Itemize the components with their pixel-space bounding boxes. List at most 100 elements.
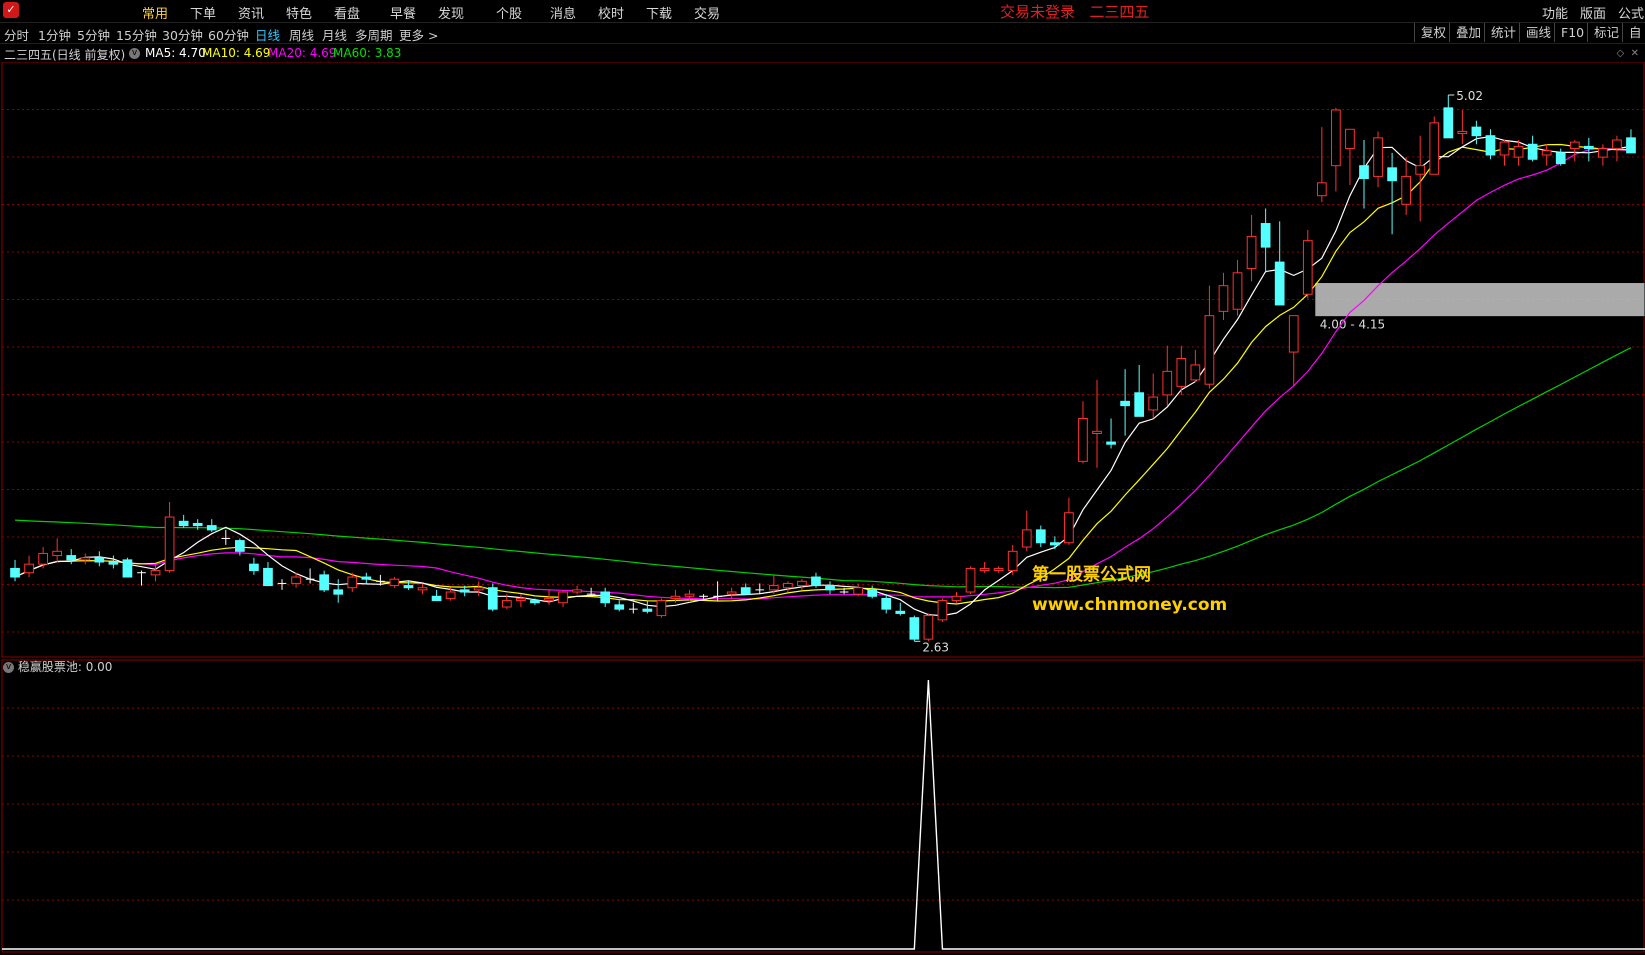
- tab-5min[interactable]: 5分钟: [77, 25, 110, 44]
- candle-body: [909, 617, 920, 640]
- tab-daily[interactable]: 日线: [255, 25, 280, 44]
- candle-body: [881, 597, 892, 610]
- menu-item-xiazai[interactable]: 下载: [646, 3, 672, 22]
- tool-huaxian-button[interactable]: 画线: [1519, 23, 1557, 42]
- legend-ma60: MA60: 3.83: [333, 46, 402, 60]
- tab-fenshi[interactable]: 分时: [4, 25, 29, 44]
- price-zone-label: 4.00 - 4.15: [1320, 318, 1385, 332]
- candle-body: [417, 587, 428, 591]
- main-panel-frame: [1, 62, 1645, 658]
- candle-body: [783, 582, 793, 589]
- candle-body: [614, 604, 625, 610]
- candle-body: [825, 585, 835, 591]
- candle-body: [1583, 145, 1594, 150]
- app-logo-icon[interactable]: ✓: [3, 2, 19, 18]
- legend-ma20: MA20: 4.69: [268, 46, 337, 60]
- candle-body: [1106, 441, 1116, 445]
- candle-body: [1246, 235, 1257, 270]
- login-status[interactable]: 交易未登录 二三四五: [1000, 1, 1149, 22]
- tool-fuquan-button[interactable]: 复权: [1414, 23, 1452, 42]
- tool-biaoji-button[interactable]: 标记: [1587, 23, 1625, 42]
- ma10-line: [14, 143, 1632, 605]
- tool-diejia-button[interactable]: 叠加: [1449, 23, 1487, 42]
- candle-body: [1443, 107, 1454, 139]
- menu-item-kanpan[interactable]: 看盘: [334, 3, 360, 22]
- menu-item-xiadan[interactable]: 下单: [190, 3, 216, 22]
- menu-item-gegu[interactable]: 个股: [496, 3, 522, 22]
- candle-body: [347, 576, 358, 589]
- candle-body: [853, 587, 863, 595]
- candle-body: [1331, 109, 1341, 167]
- menu-item-jiaoyi[interactable]: 交易: [694, 3, 720, 22]
- ma20-line: [14, 147, 1632, 600]
- tab-more[interactable]: 更多 >: [399, 25, 438, 44]
- candle-body: [361, 576, 372, 580]
- tab-30min[interactable]: 30分钟: [162, 25, 203, 44]
- candle-body: [164, 516, 175, 572]
- sub-indicator-legend: v 稳赢股票池: 0.00: [3, 658, 112, 675]
- candle-body: [642, 608, 653, 612]
- chart-area[interactable]: 4.00 - 4.15 5.02 2.63: [0, 62, 1645, 955]
- candle-body: [431, 595, 442, 602]
- candle-body: [726, 591, 737, 595]
- legend-ma10: MA10: 4.69: [202, 46, 271, 60]
- candle-body: [1499, 141, 1510, 156]
- tab-15min[interactable]: 15分钟: [116, 25, 157, 44]
- candle-body: [768, 585, 779, 591]
- candle-body: [66, 555, 77, 561]
- candle-body: [1569, 141, 1580, 150]
- candle-body: [797, 580, 807, 587]
- menu-item-xiaoxi[interactable]: 消息: [550, 3, 576, 22]
- candle-body: [1387, 167, 1397, 182]
- candle-body: [979, 567, 990, 572]
- candle-body: [501, 600, 512, 608]
- candle-body: [459, 589, 470, 593]
- candle-body: [1415, 165, 1426, 175]
- menu-item-tese[interactable]: 特色: [286, 3, 312, 22]
- close-icon[interactable]: ✕: [1631, 48, 1639, 59]
- menu-item-banmian[interactable]: 版面: [1580, 3, 1606, 22]
- candle-body: [1120, 400, 1130, 407]
- sub-legend-toggle-icon[interactable]: v: [3, 662, 14, 673]
- tab-60min[interactable]: 60分钟: [208, 25, 249, 44]
- candle-body: [1555, 152, 1566, 165]
- candle-body: [1598, 148, 1608, 158]
- candle-body: [1626, 137, 1636, 154]
- menu-item-zixun[interactable]: 资讯: [238, 3, 264, 22]
- candle-body: [965, 567, 976, 593]
- candle-body: [389, 578, 400, 587]
- diamond-icon[interactable]: ◇: [1617, 48, 1625, 59]
- candle-body: [1359, 165, 1369, 180]
- tool-zi-button[interactable]: 自: [1622, 23, 1645, 42]
- candle-body: [1513, 145, 1524, 158]
- menu-item-faxian[interactable]: 发现: [438, 3, 464, 22]
- candle-body: [1485, 135, 1496, 156]
- tool-tongji-button[interactable]: 统计: [1484, 23, 1522, 42]
- tab-1min[interactable]: 1分钟: [38, 25, 71, 44]
- candle-body: [544, 597, 554, 602]
- tab-weekly[interactable]: 周线: [289, 25, 314, 44]
- tab-monthly[interactable]: 月线: [322, 25, 347, 44]
- menu-item-jiaoshi[interactable]: 校时: [598, 3, 624, 22]
- candle-body: [600, 591, 611, 604]
- candle-body: [656, 600, 667, 617]
- candle-body: [1190, 364, 1201, 381]
- candle-body: [1218, 285, 1229, 312]
- candle-body: [234, 540, 245, 552]
- period-tab-bar: 分时 1分钟 5分钟 15分钟 30分钟 60分钟 日线 周线 月线 多周期 更…: [0, 23, 1645, 44]
- candle-body: [38, 552, 48, 565]
- candle-body: [1021, 529, 1032, 548]
- menu-item-gongneng[interactable]: 功能: [1542, 3, 1568, 22]
- menu-item-changyong[interactable]: 常用: [142, 3, 168, 22]
- tab-multi-period[interactable]: 多周期: [355, 25, 393, 44]
- candle-body: [1471, 126, 1482, 137]
- high-price-label: 5.02: [1456, 89, 1483, 103]
- candle-body: [951, 595, 962, 602]
- tool-f10-button[interactable]: F10: [1554, 23, 1590, 42]
- candle-body: [108, 561, 119, 565]
- sub-indicator-line: [2, 679, 1645, 950]
- sub-indicator-label: 稳赢股票池: [17, 660, 78, 674]
- menu-item-gongshi[interactable]: 公式: [1618, 3, 1644, 22]
- candle-body: [1007, 550, 1018, 572]
- menu-item-zaocan[interactable]: 早餐: [390, 3, 416, 22]
